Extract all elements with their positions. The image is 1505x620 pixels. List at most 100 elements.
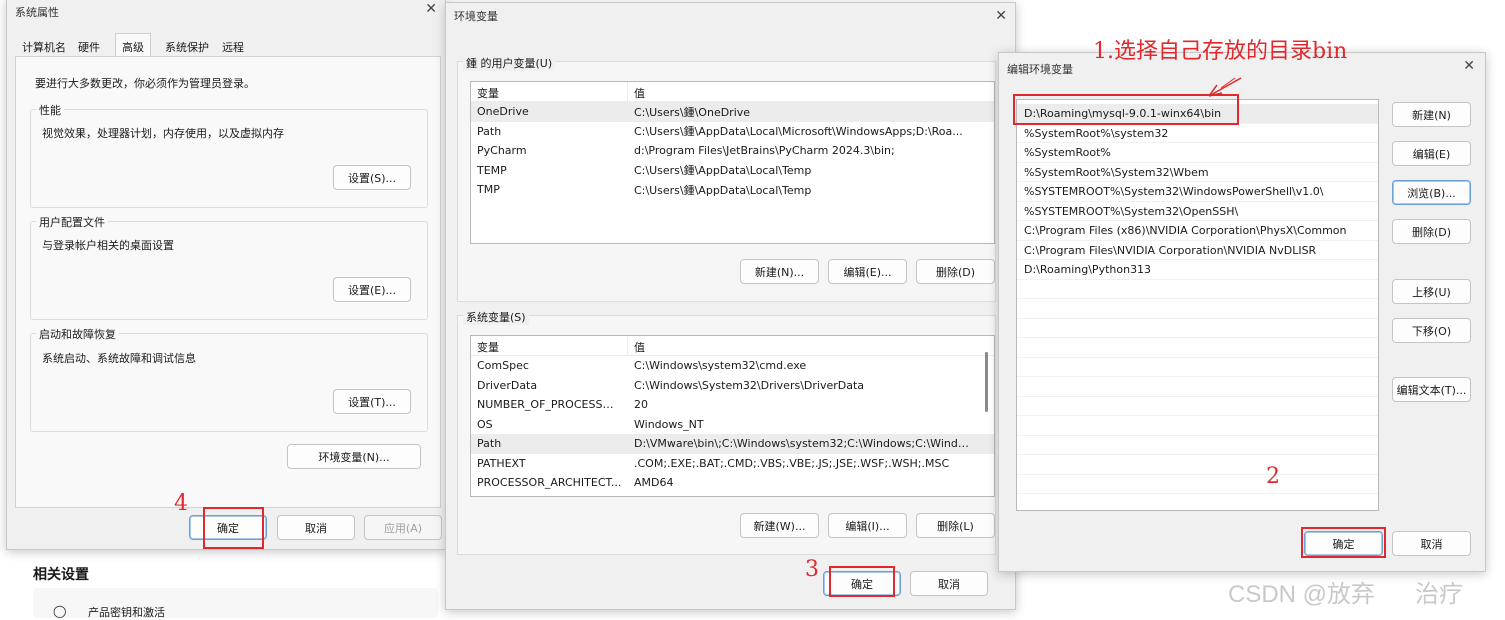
- tab-advanced[interactable]: 高级: [115, 33, 151, 57]
- user-profile-group: [30, 221, 428, 320]
- row-value: C:\Windows\System32\Drivers\DriverData: [634, 378, 865, 392]
- cancel-button[interactable]: 取消: [1392, 531, 1471, 556]
- environment-variables-window: 环境变量 ✕ 鍾 的用户变量(U) 变量 值 OneDrive C:\Users…: [445, 2, 1016, 610]
- highlight-env-ok: [829, 566, 895, 597]
- table-row[interactable]: TEMP C:\Users\鍾\AppData\Local\Temp: [471, 161, 994, 181]
- row-variable: OS: [477, 417, 493, 431]
- empty-list-row: [1017, 299, 1378, 319]
- user-profile-desc: 与登录帐户相关的桌面设置: [42, 239, 174, 252]
- empty-list-row: [1017, 377, 1378, 397]
- performance-desc: 视觉效果，处理器计划，内存使用，以及虚拟内存: [42, 127, 284, 140]
- empty-list-row: [1017, 436, 1378, 455]
- list-item[interactable]: C:\Program Files (x86)\NVIDIA Corporatio…: [1017, 221, 1378, 241]
- system-variables-title: 系统变量(S): [463, 309, 529, 325]
- row-variable: PROCESSOR_ARCHITECT...: [477, 476, 622, 490]
- move-up-button[interactable]: 上移(U): [1392, 279, 1471, 304]
- window-title: 系统属性: [15, 6, 59, 19]
- row-variable: Path: [477, 437, 502, 451]
- row-variable: DriverData: [477, 378, 538, 392]
- move-down-button[interactable]: 下移(O): [1392, 318, 1471, 343]
- column-header-variable[interactable]: 变量: [471, 336, 628, 355]
- user-profile-title: 用户配置文件: [36, 214, 108, 230]
- table-row[interactable]: OS Windows_NT: [471, 415, 994, 435]
- row-value: AMD64: [634, 476, 674, 490]
- table-row[interactable]: TMP C:\Users\鍾\AppData\Local\Temp: [471, 180, 994, 200]
- close-icon[interactable]: ✕: [425, 1, 437, 17]
- row-value: d:\Program Files\JetBrains\PyCharm 2024.…: [634, 144, 895, 158]
- list-item[interactable]: C:\Program Files\NVIDIA Corporation\NVID…: [1017, 241, 1378, 260]
- system-edit-button[interactable]: 编辑(I)...: [828, 513, 907, 538]
- list-item[interactable]: %SYSTEMROOT%\System32\WindowsPowerShell\…: [1017, 182, 1378, 202]
- table-row[interactable]: Path D:\VMware\bin\;C:\Windows\system32;…: [471, 434, 994, 454]
- delete-entry-button[interactable]: 删除(D): [1392, 219, 1471, 244]
- window-title: 环境变量: [454, 10, 498, 23]
- cancel-button[interactable]: 取消: [277, 515, 355, 540]
- browse-button[interactable]: 浏览(B)...: [1392, 180, 1471, 205]
- user-edit-button[interactable]: 编辑(E)...: [828, 259, 907, 284]
- row-value: D:\VMware\bin\;C:\Windows\system32;C:\Wi…: [634, 437, 975, 451]
- row-variable: PATHEXT: [477, 456, 526, 470]
- user-profile-settings-button[interactable]: 设置(E)...: [333, 277, 411, 302]
- table-row[interactable]: PyCharm d:\Program Files\JetBrains\PyCha…: [471, 141, 994, 161]
- row-value: C:\Users\鍾\AppData\Local\Microsoft\Windo…: [634, 125, 963, 139]
- step-2-annotation: 2: [1266, 464, 1280, 489]
- empty-list-row: [1017, 455, 1378, 475]
- table-row[interactable]: OneDrive C:\Users\鍾\OneDrive: [471, 102, 994, 122]
- column-header-variable[interactable]: 变量: [471, 82, 628, 101]
- edit-entry-button[interactable]: 编辑(E): [1392, 141, 1471, 166]
- row-variable: ComSpec: [477, 359, 529, 373]
- list-item[interactable]: %SystemRoot%\system32: [1017, 124, 1378, 143]
- startup-settings-button[interactable]: 设置(T)...: [333, 389, 411, 414]
- performance-title: 性能: [36, 102, 64, 118]
- empty-list-row: [1017, 280, 1378, 299]
- vertical-scrollbar[interactable]: [985, 352, 988, 412]
- window-title: 编辑环境变量: [1007, 63, 1073, 76]
- tab-system-protection[interactable]: 系统保护: [160, 36, 214, 56]
- highlight-edit-ok: [1301, 527, 1386, 558]
- system-new-button[interactable]: 新建(W)...: [740, 513, 819, 538]
- step-3-annotation: 3: [805, 557, 819, 582]
- user-variables-table[interactable]: 变量 值 OneDrive C:\Users\鍾\OneDrive Path C…: [470, 81, 995, 244]
- user-delete-button[interactable]: 删除(D): [916, 259, 995, 284]
- close-icon[interactable]: ✕: [1463, 58, 1475, 74]
- row-variable: Path: [477, 124, 502, 138]
- list-item[interactable]: D:\Roaming\Python313: [1017, 260, 1378, 280]
- tab-computer-name[interactable]: 计算机名: [17, 36, 71, 56]
- edit-text-button[interactable]: 编辑文本(T)...: [1392, 377, 1471, 402]
- close-icon[interactable]: ✕: [995, 8, 1007, 24]
- table-row[interactable]: PATHEXT .COM;.EXE;.BAT;.CMD;.VBS;.VBE;.J…: [471, 454, 994, 474]
- watermark: CSDN @放弃 治疗: [1228, 581, 1464, 608]
- product-key-label: 产品密钥和激活: [88, 606, 165, 619]
- row-value: Windows_NT: [634, 417, 704, 431]
- system-variables-table[interactable]: 变量 值 ComSpec C:\Windows\system32\cmd.exe…: [470, 335, 995, 497]
- row-value: C:\Windows\system32\cmd.exe: [634, 359, 807, 373]
- table-row[interactable]: NUMBER_OF_PROCESSORS 20: [471, 395, 994, 415]
- list-item[interactable]: %SystemRoot%\System32\Wbem: [1017, 163, 1378, 182]
- apply-button[interactable]: 应用(A): [364, 515, 442, 540]
- table-row[interactable]: DriverData C:\Windows\System32\Drivers\D…: [471, 376, 994, 396]
- highlight-sys-ok: [203, 507, 264, 549]
- list-item[interactable]: %SYSTEMROOT%\System32\OpenSSH\: [1017, 202, 1378, 221]
- list-item[interactable]: %SystemRoot%: [1017, 143, 1378, 163]
- row-value: 20: [634, 398, 648, 412]
- admin-note: 要进行大多数更改，你必须作为管理员登录。: [35, 77, 255, 90]
- column-header-value[interactable]: 值: [628, 336, 980, 355]
- startup-recovery-title: 启动和故障恢复: [36, 326, 119, 342]
- tab-hardware[interactable]: 硬件: [73, 36, 105, 56]
- tab-remote[interactable]: 远程: [217, 36, 249, 56]
- cancel-button[interactable]: 取消: [910, 571, 988, 596]
- row-variable: OneDrive: [477, 105, 529, 119]
- environment-variables-button[interactable]: 环境变量(N)...: [287, 444, 421, 469]
- table-row[interactable]: PROCESSOR_ARCHITECT... AMD64: [471, 473, 994, 493]
- path-entries-list[interactable]: D:\Roaming\mysql-9.0.1-winx64\bin %Syste…: [1016, 99, 1379, 511]
- tab-panel: 要进行大多数更改，你必须作为管理员登录。 性能 视觉效果，处理器计划，内存使用，…: [15, 56, 441, 508]
- user-new-button[interactable]: 新建(N)...: [740, 259, 819, 284]
- new-entry-button[interactable]: 新建(N): [1392, 102, 1471, 127]
- edit-environment-variable-window: 编辑环境变量 ✕ D:\Roaming\mysql-9.0.1-winx64\b…: [998, 52, 1486, 572]
- system-properties-window: 系统属性 ✕ 计算机名 硬件 高级 系统保护 远程 要进行大多数更改，你必须作为…: [6, 0, 446, 550]
- system-delete-button[interactable]: 删除(L): [916, 513, 995, 538]
- performance-settings-button[interactable]: 设置(S)...: [333, 165, 411, 190]
- table-row[interactable]: Path C:\Users\鍾\AppData\Local\Microsoft\…: [471, 122, 994, 142]
- column-header-value[interactable]: 值: [628, 82, 994, 101]
- table-row[interactable]: ComSpec C:\Windows\system32\cmd.exe: [471, 356, 994, 376]
